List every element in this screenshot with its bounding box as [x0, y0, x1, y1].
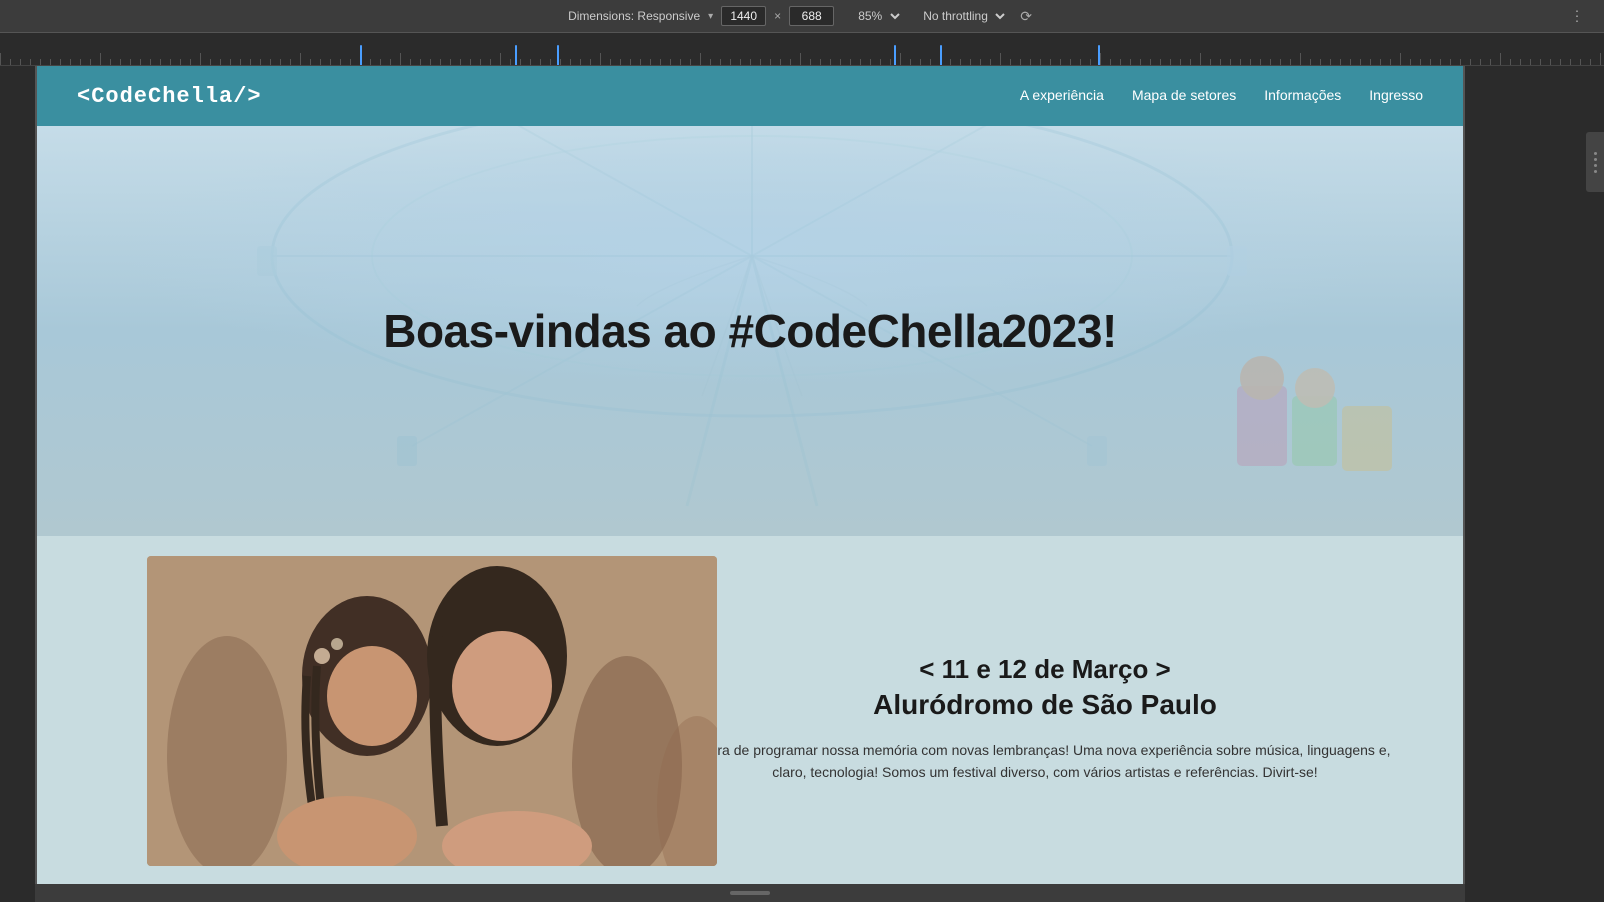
handle-dots	[1594, 152, 1597, 173]
breakpoint-marker-1[interactable]	[360, 45, 362, 65]
dimension-separator: ×	[774, 9, 781, 23]
throttle-select[interactable]: No throttling	[915, 6, 1008, 26]
lower-section: < 11 e 12 de Março > Aluródromo de São P…	[37, 536, 1463, 901]
nav-item-info[interactable]: Informações	[1264, 87, 1341, 105]
event-date: < 11 e 12 de Março >	[687, 654, 1403, 685]
festival-photo	[147, 556, 717, 866]
breakpoint-marker-5[interactable]	[940, 45, 942, 65]
breakpoint-marker-6[interactable]	[1098, 45, 1100, 65]
ruler-ticks	[0, 33, 1604, 65]
resize-handle[interactable]	[1586, 132, 1604, 192]
devtools-topbar: Dimensions: Responsive ▾ × 85% No thrott…	[0, 0, 1604, 33]
height-input[interactable]	[789, 6, 834, 26]
width-input[interactable]	[721, 6, 766, 26]
rotate-icon-btn[interactable]: ⟳	[1016, 6, 1036, 27]
hero-section: Boas-vindas ao #CodeChella2023!	[37, 126, 1463, 536]
dimensions-label: Dimensions: Responsive	[568, 9, 700, 23]
breakpoint-marker-2[interactable]	[515, 45, 517, 65]
nav-link-map[interactable]: Mapa de setores	[1132, 87, 1236, 103]
photo-illustration	[147, 556, 717, 866]
handle-dot-1	[1594, 152, 1597, 155]
site-nav-links: A experiência Mapa de setores Informaçõe…	[1020, 87, 1423, 105]
lower-image-col	[37, 536, 627, 901]
handle-dot-4	[1594, 170, 1597, 173]
breakpoint-marker-4[interactable]	[894, 45, 896, 65]
ruler-bar	[0, 33, 1604, 66]
scroll-indicator	[730, 891, 770, 895]
nav-item-map[interactable]: Mapa de setores	[1132, 87, 1236, 105]
handle-dot-2	[1594, 158, 1597, 161]
event-description: Hora de programar nossa memória com nova…	[687, 739, 1403, 784]
hero-title: Boas-vindas ao #CodeChella2023!	[383, 304, 1117, 358]
breakpoint-marker-3[interactable]	[557, 45, 559, 65]
dropdown-arrow[interactable]: ▾	[708, 11, 713, 22]
zoom-select[interactable]: 85%	[850, 6, 903, 26]
lower-text-col: < 11 e 12 de Março > Aluródromo de São P…	[627, 536, 1463, 901]
nav-link-info[interactable]: Informações	[1264, 87, 1341, 103]
handle-dot-3	[1594, 164, 1597, 167]
event-venue: Aluródromo de São Paulo	[687, 689, 1403, 721]
more-options-btn[interactable]: ⋮	[1566, 6, 1588, 27]
browser-viewport: <CodeChella/> A experiência Mapa de seto…	[35, 66, 1465, 902]
nav-item-experience[interactable]: A experiência	[1020, 87, 1104, 105]
bottom-scrollbar[interactable]	[35, 884, 1465, 902]
site-logo: <CodeChella/>	[77, 84, 262, 109]
nav-item-ticket[interactable]: Ingresso	[1369, 87, 1423, 105]
nav-link-ticket[interactable]: Ingresso	[1369, 87, 1423, 103]
site-nav: <CodeChella/> A experiência Mapa de seto…	[37, 66, 1463, 126]
nav-link-experience[interactable]: A experiência	[1020, 87, 1104, 103]
